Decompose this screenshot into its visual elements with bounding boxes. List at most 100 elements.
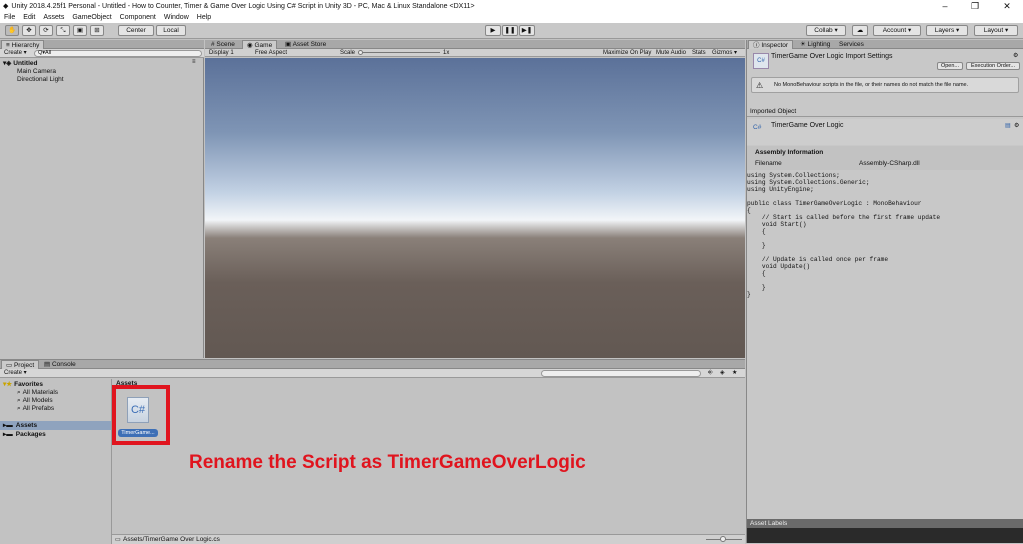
local-label: Local bbox=[163, 27, 179, 34]
warning-box: ⚠ No MonoBehaviour scripts in the file, … bbox=[751, 77, 1019, 93]
script-filename-label[interactable]: TimerGame... bbox=[118, 429, 158, 437]
asset-labels-header: Asset Labels bbox=[747, 519, 1023, 528]
csharp-script-icon[interactable]: C# bbox=[127, 397, 149, 423]
tab-inspector[interactable]: ⓘ Inspector bbox=[748, 40, 794, 49]
hierarchy-tab-label: Hierarchy bbox=[11, 42, 40, 49]
execution-order-button[interactable]: Execution Order... bbox=[966, 62, 1020, 70]
project-tabbar: ▭ Project ▤ Console bbox=[0, 360, 745, 369]
tab-lighting[interactable]: ☀ Lighting bbox=[796, 40, 834, 49]
icon-size-slider-handle[interactable] bbox=[720, 536, 726, 542]
pivot-local-button[interactable]: Local bbox=[156, 25, 186, 36]
all-prefabs-label: All Prefabs bbox=[22, 405, 55, 412]
game-viewport[interactable] bbox=[205, 58, 745, 358]
menu-assets[interactable]: Assets bbox=[39, 14, 68, 21]
packages-label: Packages bbox=[15, 431, 46, 438]
pause-button[interactable]: ❚❚ bbox=[502, 25, 518, 36]
tab-game[interactable]: ◉ Game bbox=[242, 40, 278, 49]
imported-object-header: Imported Object bbox=[747, 107, 1023, 117]
search-by-label-icon[interactable]: ◈ bbox=[720, 370, 725, 377]
stats-toggle[interactable]: Stats bbox=[692, 49, 706, 57]
maximize-on-play-toggle[interactable]: Maximize On Play bbox=[603, 49, 651, 57]
rect-tool-icon[interactable]: ▣ bbox=[73, 25, 87, 36]
star-icon: ▾★ bbox=[3, 381, 13, 388]
warning-text: No MonoBehaviour scripts in the file, or… bbox=[774, 82, 969, 88]
filename-label: Filename bbox=[755, 160, 782, 167]
script-code-preview: using System.Collections; using System.C… bbox=[747, 172, 941, 298]
hierarchy-subbar: Create ▾ Q▾All bbox=[0, 49, 204, 58]
assets-folder[interactable]: ▸▬ Assets bbox=[0, 421, 111, 430]
imported-object-row: C# TimerGame Over Logic ▤ ⚙ bbox=[747, 119, 1023, 145]
packages-folder[interactable]: ▸▬ Packages bbox=[3, 430, 46, 439]
rotate-tool-icon[interactable]: ⟳ bbox=[39, 25, 53, 36]
menu-edit[interactable]: Edit bbox=[19, 14, 39, 21]
maximize-button[interactable]: ❐ bbox=[960, 0, 990, 12]
cloud-icon[interactable]: ☁ bbox=[852, 25, 868, 36]
account-button[interactable]: Account ▾ bbox=[873, 25, 921, 36]
collab-button[interactable]: Collab ▾ bbox=[806, 25, 846, 36]
menu-gameobject[interactable]: GameObject bbox=[68, 14, 115, 21]
move-tool-icon[interactable]: ✥ bbox=[22, 25, 36, 36]
tab-asset-store[interactable]: ▣ Asset Store bbox=[281, 40, 330, 49]
hierarchy-search-input[interactable]: Q▾All bbox=[34, 50, 202, 57]
services-tab-label: Services bbox=[839, 41, 864, 48]
object-settings-icon[interactable]: ⚙ bbox=[1014, 122, 1019, 129]
csharp-object-icon: C# bbox=[753, 124, 762, 131]
inspector-settings-icon[interactable]: ⚙ bbox=[1013, 52, 1018, 59]
hierarchy-create-button[interactable]: Create ▾ bbox=[4, 50, 27, 57]
layout-button[interactable]: Layout ▾ bbox=[974, 25, 1018, 36]
scene-menu-icon[interactable]: ≡ bbox=[192, 59, 196, 65]
tab-project[interactable]: ▭ Project bbox=[1, 360, 40, 369]
hierarchy-item-directional-light[interactable]: Directional Light bbox=[17, 75, 64, 84]
import-settings-title: TimerGame Over Logic Import Settings bbox=[771, 53, 893, 60]
tab-services[interactable]: Services bbox=[835, 40, 868, 49]
step-button[interactable]: ▶❚ bbox=[519, 25, 535, 36]
project-search-input[interactable] bbox=[541, 370, 701, 377]
scale-value: 1x bbox=[443, 50, 450, 56]
inspector-tab-label: Inspector bbox=[761, 42, 789, 49]
pivot-center-button[interactable]: Center bbox=[118, 25, 154, 36]
menu-component[interactable]: Component bbox=[116, 14, 160, 21]
menu-bar: File Edit Assets GameObject Component Wi… bbox=[0, 12, 1023, 23]
play-button[interactable]: ▶ bbox=[485, 25, 501, 36]
scale-slider-handle[interactable] bbox=[358, 50, 363, 55]
main-toolbar: ✋ ✥ ⟳ ⤡ ▣ ⊞ Center Local ▶ ❚❚ ▶❚ Collab … bbox=[0, 23, 1023, 39]
project-create-button[interactable]: Create ▾ bbox=[4, 370, 27, 377]
scale-tool-icon[interactable]: ⤡ bbox=[56, 25, 70, 36]
directional-light-label: Directional Light bbox=[17, 76, 64, 83]
close-button[interactable]: ✕ bbox=[992, 0, 1022, 12]
menu-window[interactable]: Window bbox=[160, 14, 193, 21]
favorite-star-icon[interactable]: ★ bbox=[732, 370, 737, 377]
search-by-type-icon[interactable]: ⎆ bbox=[708, 370, 713, 377]
menu-help[interactable]: Help bbox=[193, 14, 215, 21]
project-subbar: Create ▾ ⎆ ◈ ★ bbox=[0, 369, 745, 378]
layers-button[interactable]: Layers ▾ bbox=[926, 25, 968, 36]
mute-audio-toggle[interactable]: Mute Audio bbox=[656, 49, 686, 57]
aspect-dropdown[interactable]: Free Aspect bbox=[255, 49, 287, 57]
window-title: Unity 2018.4.25f1 Personal - Untitled - … bbox=[11, 2, 475, 10]
display-dropdown[interactable]: Display 1 bbox=[209, 49, 234, 57]
tab-console[interactable]: ▤ Console bbox=[40, 360, 80, 369]
favorite-all-prefabs[interactable]: ⌕ All Prefabs bbox=[17, 404, 54, 413]
minimize-button[interactable]: – bbox=[930, 0, 960, 12]
open-button[interactable]: Open... bbox=[937, 62, 963, 70]
console-tab-label: Console bbox=[51, 361, 76, 368]
folder-tab-icon: ▭ bbox=[6, 362, 14, 369]
tab-scene[interactable]: # Scene bbox=[207, 40, 239, 49]
menu-file[interactable]: File bbox=[0, 14, 19, 21]
unity-logo-icon: ◆ bbox=[3, 3, 9, 10]
project-tab-label: Project bbox=[13, 362, 35, 369]
hand-tool-icon[interactable]: ✋ bbox=[5, 25, 19, 36]
scene-unity-icon: ▾◈ bbox=[3, 60, 12, 67]
object-name: TimerGame Over Logic bbox=[771, 122, 844, 129]
transform-tool-icon[interactable]: ⊞ bbox=[90, 25, 104, 36]
tab-hierarchy[interactable]: ≡ Hierarchy bbox=[1, 40, 45, 49]
csharp-file-icon: C# bbox=[753, 53, 769, 69]
filename-value: Assembly-CSharp.dll bbox=[859, 160, 920, 167]
hierarchy-tabbar: ≡ Hierarchy bbox=[0, 40, 204, 49]
layers-label: Layers ▾ bbox=[934, 27, 960, 34]
scale-slider[interactable] bbox=[358, 52, 440, 53]
collab-label: Collab ▾ bbox=[814, 27, 838, 34]
gizmos-dropdown[interactable]: Gizmos ▾ bbox=[712, 49, 737, 57]
selected-asset-path: Assets/TimerGame Over Logic.cs bbox=[123, 536, 220, 543]
help-book-icon[interactable]: ▤ bbox=[1005, 122, 1011, 129]
